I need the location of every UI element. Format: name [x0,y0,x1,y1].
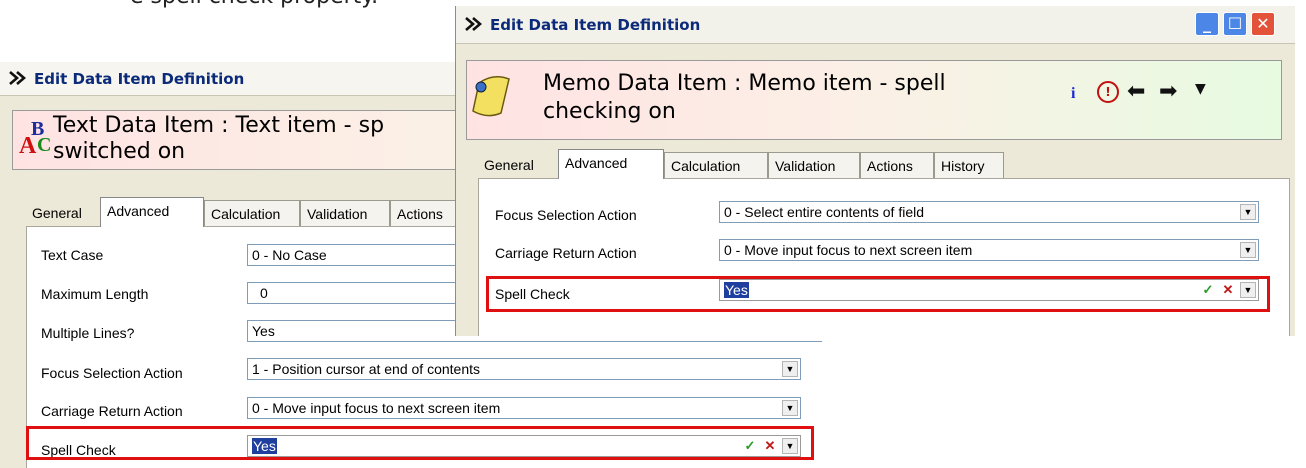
focus-selection-select[interactable]: 0 - Select entire contents of field ▼ [719,201,1259,223]
forward-arrow-icon[interactable]: ➡ [1159,79,1177,104]
tab-advanced[interactable]: Advanced [558,149,664,179]
front-header-line1: Memo Data Item : Memo item - spell [543,71,946,96]
label-maximum-length: Maximum Length [41,286,149,302]
memo-data-item-icon [472,76,510,117]
label-focus-selection: Focus Selection Action [41,365,183,381]
front-spell-check-highlight [486,276,1270,312]
back-header-line1: Text Data Item : Text item - sp [53,113,385,138]
label-multiple-lines: Multiple Lines? [41,325,135,341]
carriage-return-select[interactable]: 0 - Move input focus to next screen item… [719,239,1259,261]
tab-calculation[interactable]: Calculation [664,152,768,178]
tab-actions[interactable]: Actions [390,200,460,226]
warning-icon[interactable]: ! [1097,81,1119,103]
back-arrow-icon[interactable]: ⬅ [1127,79,1145,104]
minimize-button[interactable]: _ [1195,12,1219,36]
front-window: Edit Data Item Definition _ ☐ ✕ Memo Dat… [455,6,1295,336]
focus-selection-select[interactable]: 1 - Position cursor at end of contents ▼ [247,358,801,380]
back-spell-check-highlight [26,426,814,460]
tab-validation[interactable]: Validation [768,152,860,178]
front-header-panel: Memo Data Item : Memo item - spell check… [466,60,1282,140]
close-button[interactable]: ✕ [1251,12,1275,36]
svg-text:C: C [37,134,51,156]
carriage-return-value: 0 - Move input focus to next screen item [252,400,501,416]
chevron-down-icon[interactable]: ▼ [1240,242,1256,258]
tab-general[interactable]: General [26,200,100,226]
maximize-button[interactable]: ☐ [1223,12,1247,36]
chevron-down-icon[interactable]: ▼ [1240,204,1256,220]
tab-advanced[interactable]: Advanced [100,197,204,227]
label-carriage-return: Carriage Return Action [41,403,183,419]
dropdown-icon[interactable]: ▼ [1195,81,1206,97]
app-icon [9,71,26,85]
tab-validation[interactable]: Validation [300,200,390,226]
caption-text: e spell check property. [130,0,378,9]
front-window-title: Edit Data Item Definition [490,16,701,34]
carriage-return-value: 0 - Move input focus to next screen item [724,242,973,258]
text-data-item-icon: B A C [19,118,51,159]
back-header-line2: switched on [53,139,186,164]
chevron-down-icon[interactable]: ▼ [782,400,798,416]
tab-actions[interactable]: Actions [860,152,934,178]
back-window-title: Edit Data Item Definition [34,70,245,88]
front-tabs: General Advanced Calculation Validation … [478,149,1098,180]
chevron-down-icon[interactable]: ▼ [782,361,798,377]
focus-selection-value: 1 - Position cursor at end of contents [252,361,481,377]
svg-text:A: A [19,133,37,159]
focus-selection-value: 0 - Select entire contents of field [724,204,924,220]
carriage-return-select[interactable]: 0 - Move input focus to next screen item… [247,397,801,419]
front-header-line2: checking on [543,99,676,124]
label-text-case: Text Case [41,247,104,263]
app-icon [465,17,482,31]
label-carriage-return: Carriage Return Action [495,245,637,261]
front-tab-body: Focus Selection Action 0 - Select entire… [478,178,1290,336]
info-icon[interactable]: i [1071,85,1075,103]
front-title-bar[interactable]: Edit Data Item Definition _ ☐ ✕ [456,6,1295,44]
tab-general[interactable]: General [478,152,558,178]
tab-history[interactable]: History [934,152,1004,178]
label-focus-selection: Focus Selection Action [495,207,637,223]
tab-calculation[interactable]: Calculation [204,200,300,226]
